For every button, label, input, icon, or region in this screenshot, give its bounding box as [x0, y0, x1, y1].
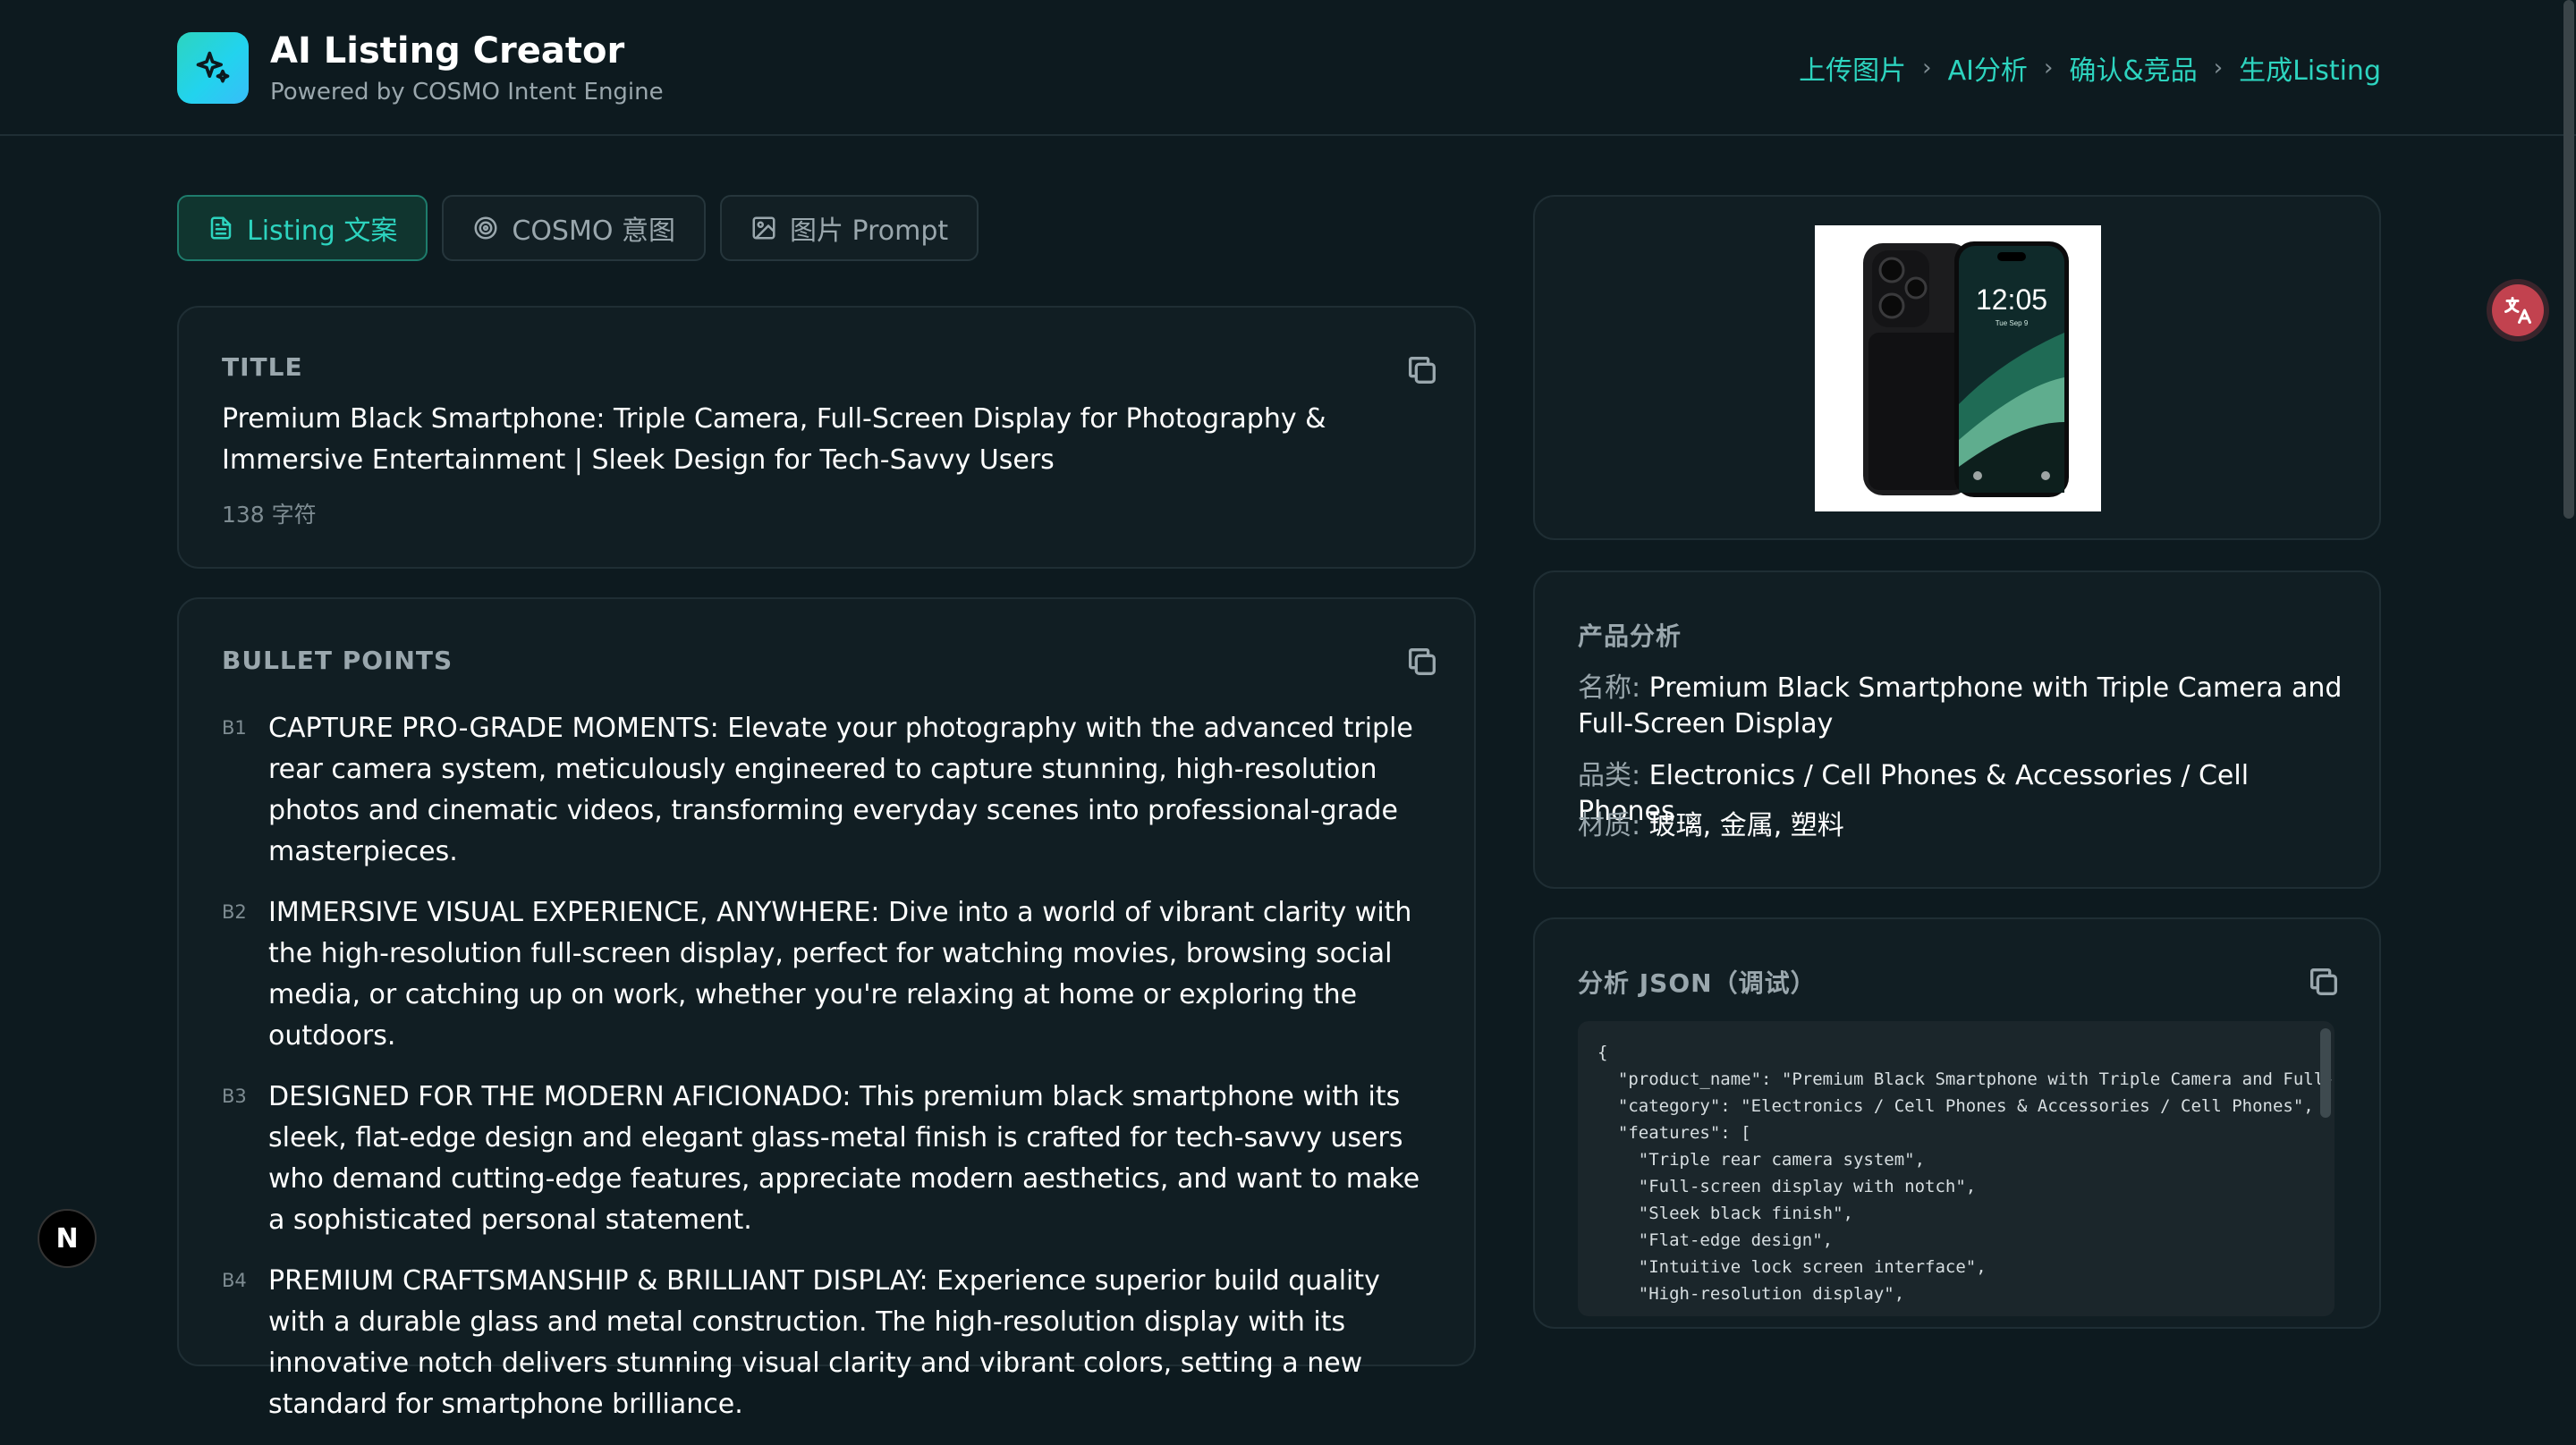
bullet-points-card: BULLET POINTS B1 CAPTURE PRO-GRADE MOMEN… [177, 597, 1476, 1420]
character-count: 138 字符 [222, 502, 317, 528]
copy-icon[interactable] [2306, 964, 2342, 1000]
product-material-row: 材质: 玻璃, 金属, 塑料 [1578, 808, 2347, 844]
bullet-tag: B1 [222, 717, 247, 739]
product-name-key: 名称: [1578, 672, 1641, 704]
tab-cosmo-intent[interactable]: COSMO 意图 [442, 195, 707, 261]
product-name-value: Premium Black Smartphone with Triple Cam… [1578, 672, 2343, 739]
app-subtitle: Powered by COSMO Intent Engine [270, 79, 664, 106]
json-content: { "product_name": "Premium Black Smartph… [1597, 1043, 2334, 1304]
bullet-item: B2 IMMERSIVE VISUAL EXPERIENCE, ANYWHERE… [222, 892, 1426, 1057]
target-icon [474, 216, 497, 240]
card-heading: 产品分析 [1578, 621, 1682, 651]
translate-icon [2504, 297, 2531, 324]
analysis-json-card: 分析 JSON（调试） { "product_name": "Premium B… [1533, 917, 2381, 1329]
product-image-card: 12:05 Tue Sep 9 [1533, 195, 2381, 540]
page-scrollbar[interactable] [2563, 0, 2574, 519]
bullet-list: B1 CAPTURE PRO-GRADE MOMENTS: Elevate yo… [222, 708, 1426, 1445]
tab-listing-copy[interactable]: Listing 文案 [177, 195, 428, 261]
copy-icon[interactable] [1404, 644, 1440, 680]
listing-title-text: Premium Black Smartphone: Triple Camera,… [222, 403, 1326, 476]
content-tabs: Listing 文案 COSMO 意图 图片 Prompt [177, 195, 979, 261]
tab-image-prompt[interactable]: 图片 Prompt [720, 195, 979, 261]
card-heading: 分析 JSON（调试） [1578, 968, 1817, 998]
card-heading: BULLET POINTS [222, 646, 453, 675]
translate-button[interactable] [2492, 284, 2544, 336]
bullet-item: B1 CAPTURE PRO-GRADE MOMENTS: Elevate yo… [222, 708, 1426, 873]
app-logo [177, 32, 249, 104]
tab-label: Listing 文案 [247, 215, 398, 247]
bullet-text: IMMERSIVE VISUAL EXPERIENCE, ANYWHERE: D… [268, 897, 1412, 1052]
title-card: TITLE Premium Black Smartphone: Triple C… [177, 306, 1476, 569]
bullet-tag: B2 [222, 901, 247, 923]
chevron-right-icon: › [1922, 55, 1932, 81]
sparkles-icon [196, 51, 230, 83]
product-analysis-card: 产品分析 名称: Premium Black Smartphone with T… [1533, 570, 2381, 889]
json-scrollbar[interactable] [2320, 1028, 2331, 1118]
nextjs-dev-badge[interactable]: N [38, 1209, 97, 1268]
bullet-text: CAPTURE PRO-GRADE MOMENTS: Elevate your … [268, 713, 1413, 867]
bullet-text: DESIGNED FOR THE MODERN AFICIONADO: This… [268, 1081, 1420, 1236]
bullet-tag: B3 [222, 1086, 247, 1107]
card-heading: TITLE [222, 352, 303, 382]
lockscreen-clock: 12:05 [1976, 283, 2047, 316]
bullet-item: B4 PREMIUM CRAFTSMANSHIP & BRILLIANT DIS… [222, 1261, 1426, 1425]
bullet-tag: B4 [222, 1270, 247, 1291]
product-image: 12:05 Tue Sep 9 [1815, 225, 2101, 511]
step-upload[interactable]: 上传图片 [1799, 48, 1906, 88]
copy-icon[interactable] [1404, 352, 1440, 388]
product-material-value: 玻璃, 金属, 塑料 [1648, 810, 1844, 841]
image-icon [752, 216, 775, 240]
tab-label: 图片 Prompt [790, 215, 949, 247]
product-category-key: 品类: [1578, 760, 1641, 791]
smartphone-illustration: 12:05 Tue Sep 9 [1863, 241, 2069, 497]
json-viewer[interactable]: { "product_name": "Premium Black Smartph… [1578, 1021, 2334, 1316]
product-material-key: 材质: [1578, 810, 1641, 841]
app-header: AI Listing Creator Powered by COSMO Inte… [0, 0, 2576, 136]
bullet-item: B3 DESIGNED FOR THE MODERN AFICIONADO: T… [222, 1077, 1426, 1241]
chevron-right-icon: › [2043, 55, 2054, 81]
product-name-row: 名称: Premium Black Smartphone with Triple… [1578, 671, 2347, 742]
lockscreen-date: Tue Sep 9 [1996, 319, 2029, 327]
step-ai-analysis[interactable]: AI分析 [1948, 48, 2028, 88]
tab-label: COSMO 意图 [512, 215, 676, 247]
step-confirm-competitors[interactable]: 确认&竞品 [2069, 48, 2197, 88]
app-title: AI Listing Creator [270, 30, 625, 72]
progress-steps: 上传图片 › AI分析 › 确认&竞品 › 生成Listing [1799, 48, 2381, 88]
step-generate-listing[interactable]: 生成Listing [2239, 48, 2381, 88]
chevron-right-icon: › [2213, 55, 2224, 81]
bullet-text: PREMIUM CRAFTSMANSHIP & BRILLIANT DISPLA… [268, 1265, 1380, 1420]
document-icon [210, 216, 232, 240]
